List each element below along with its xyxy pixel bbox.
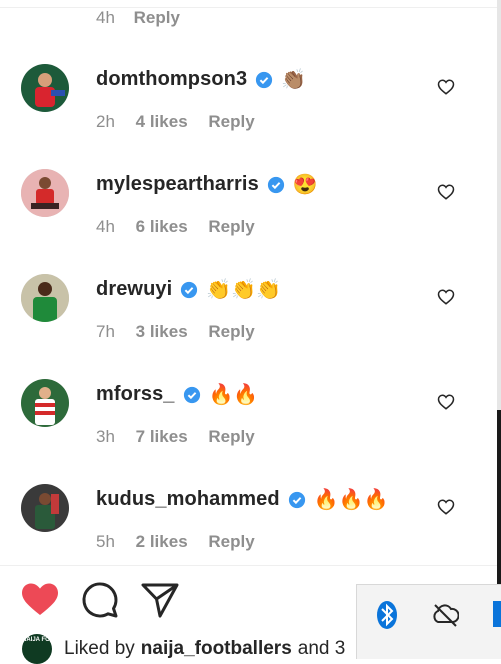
heart-outline-icon[interactable] — [437, 183, 455, 201]
cloud-offline-icon[interactable] — [431, 599, 459, 631]
comment-username[interactable]: kudus_mohammed — [96, 488, 280, 511]
reply-link[interactable]: Reply — [208, 427, 254, 446]
window-edge — [497, 0, 501, 658]
system-tray-flyout — [356, 584, 501, 659]
avatar[interactable] — [21, 274, 69, 322]
avatar-logo-text: NAIJA FOOT — [22, 637, 52, 643]
comment-username[interactable]: mylespeartharris — [96, 173, 259, 196]
heart-outline-icon[interactable] — [437, 498, 455, 516]
heart-outline-icon[interactable] — [437, 393, 455, 411]
divider — [0, 565, 498, 566]
reply-link[interactable]: Reply — [208, 532, 254, 551]
avatar[interactable]: NAIJA FOOT — [22, 634, 52, 664]
comment-meta: 4h 6 likes Reply — [96, 217, 271, 237]
comment-time: 3h — [96, 427, 115, 446]
comment-time: 7h — [96, 322, 115, 341]
heart-filled-icon[interactable] — [20, 580, 60, 620]
liked-by-user-link[interactable]: naija_footballers — [141, 638, 292, 660]
avatar[interactable] — [21, 484, 69, 532]
reply-link[interactable]: Reply — [208, 112, 254, 131]
paper-plane-icon[interactable] — [140, 580, 180, 620]
previous-comment-meta: 4h Reply — [96, 8, 194, 28]
comment-item: drewuyi 👏👏👏 7h 3 likes Reply — [0, 274, 498, 378]
comment-likes[interactable]: 2 likes — [136, 532, 188, 551]
comment-item: kudus_mohammed 🔥🔥🔥 5h 2 likes Reply — [0, 484, 498, 588]
comment-time: 2h — [96, 112, 115, 131]
verified-badge-icon — [256, 71, 273, 88]
comments-panel: 4h Reply domthompson3 👏🏽 2h 4 likes Repl… — [0, 0, 498, 664]
comment-meta: 5h 2 likes Reply — [96, 532, 271, 552]
comment-item: mylespeartharris 😍 4h 6 likes Reply — [0, 169, 498, 273]
comment-text: 👏🏽 — [281, 68, 307, 91]
comment-likes[interactable]: 6 likes — [136, 217, 188, 236]
avatar[interactable] — [21, 169, 69, 217]
comment-meta: 3h 7 likes Reply — [96, 427, 271, 447]
comment-time: 4h — [96, 8, 115, 27]
reply-link[interactable]: Reply — [134, 8, 180, 27]
comment-bubble-icon[interactable] — [80, 580, 120, 620]
reply-link[interactable]: Reply — [208, 217, 254, 236]
comment-time: 4h — [96, 217, 115, 236]
comment-time: 5h — [96, 532, 115, 551]
bluetooth-icon[interactable] — [373, 599, 401, 631]
comment-username[interactable]: drewuyi — [96, 278, 172, 301]
liked-by-suffix: and 3 — [297, 638, 346, 659]
liked-by-prefix: Liked by — [64, 638, 135, 659]
comment-text: 😍 — [292, 173, 318, 196]
comment-username[interactable]: mforss_ — [96, 383, 175, 406]
comment-likes[interactable]: 7 likes — [136, 427, 188, 446]
tray-button-edge[interactable] — [493, 601, 501, 627]
avatar[interactable] — [21, 379, 69, 427]
comment-text: 🔥🔥🔥 — [313, 488, 389, 511]
comment-text: 👏👏👏 — [206, 278, 281, 301]
heart-outline-icon[interactable] — [437, 78, 455, 96]
comment-item: mforss_ 🔥🔥 3h 7 likes Reply — [0, 379, 498, 483]
comment-likes[interactable]: 4 likes — [136, 112, 188, 131]
verified-badge-icon — [181, 281, 198, 298]
reply-link[interactable]: Reply — [208, 322, 254, 341]
verified-badge-icon — [183, 386, 200, 403]
verified-badge-icon — [267, 176, 284, 193]
comment-text: 🔥🔥 — [208, 383, 259, 406]
liked-by-row: NAIJA FOOT Liked by naija_footballers an… — [22, 634, 345, 664]
comment-likes[interactable]: 3 likes — [136, 322, 188, 341]
comment-username[interactable]: domthompson3 — [96, 68, 247, 91]
comment-meta: 7h 3 likes Reply — [96, 322, 271, 342]
divider — [0, 7, 498, 8]
comment-item: domthompson3 👏🏽 2h 4 likes Reply — [0, 64, 498, 168]
comment-meta: 2h 4 likes Reply — [96, 112, 271, 132]
verified-badge-icon — [288, 491, 305, 508]
heart-outline-icon[interactable] — [437, 288, 455, 306]
avatar[interactable] — [21, 64, 69, 112]
